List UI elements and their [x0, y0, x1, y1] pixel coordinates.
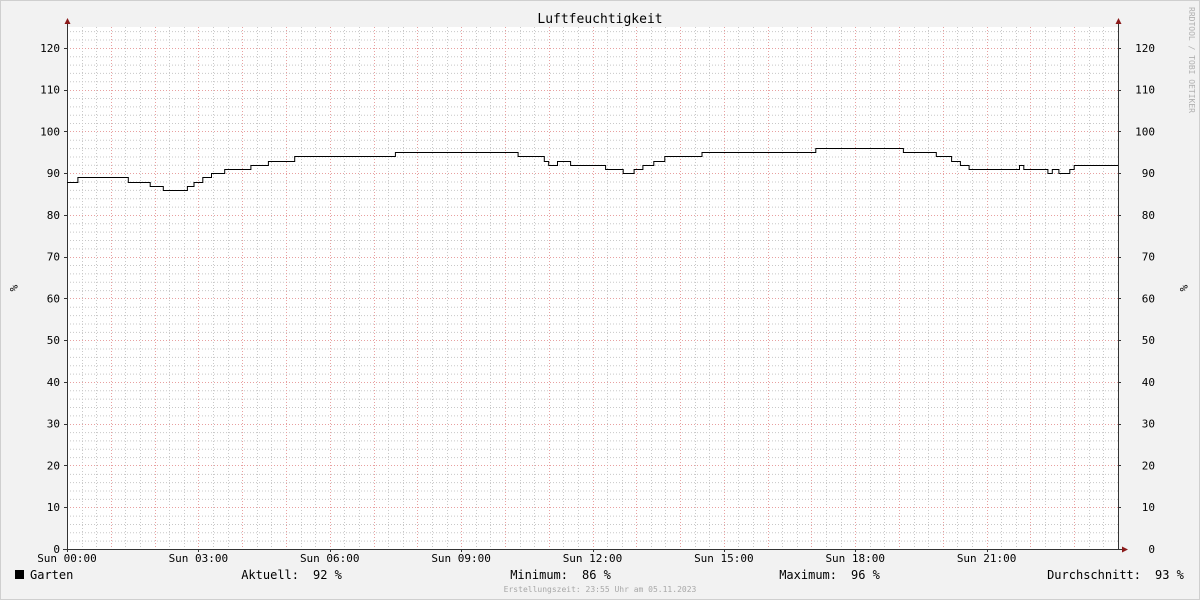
x-tick-label: Sun 21:00 — [957, 552, 1017, 565]
y-tick-label: 80 — [47, 209, 60, 222]
y-tick-label: 60 — [1142, 292, 1155, 305]
x-tick-label: Sun 12:00 — [563, 552, 623, 565]
x-tick-label: Sun 18:00 — [825, 552, 885, 565]
y-axis-label-left: % — [7, 285, 20, 292]
graph-frame: 0 10 20 30 40 50 60 70 80 90 100 110 120 0 10 20 30 40 50… — [0, 0, 1200, 600]
stat-minimum-label: Minimum: — [510, 568, 568, 582]
y-tick-label: 20 — [1142, 459, 1155, 472]
stat-maximum-value: 96 % — [851, 568, 881, 582]
y-tick-label: 50 — [47, 334, 60, 347]
y-tick-label: 100 — [40, 125, 60, 138]
y-tick-label: 40 — [1142, 376, 1155, 389]
y-tick-label: 110 — [40, 84, 60, 97]
humidity-graph: 0102030405060708090100110120 01020304050… — [0, 0, 1200, 600]
y-tick-label: 110 — [1135, 84, 1155, 97]
stat-current-label: Aktuell: — [241, 568, 299, 582]
x-tick-label: Sun 15:00 — [694, 552, 754, 565]
y-tick-label: 50 — [1142, 334, 1155, 347]
y-tick-label: 90 — [47, 167, 60, 180]
y-tick-label: 10 — [1142, 501, 1155, 514]
y-tick-label: 100 — [1135, 125, 1155, 138]
chart-title: Luftfeuchtigkeit — [537, 12, 662, 27]
x-tick-label: Sun 00:00 — [37, 552, 97, 565]
y-axis-label-right: % — [1177, 285, 1190, 292]
footer-timestamp: Erstellungszeit: 23:55 Uhr am 05.11.2023 — [504, 585, 697, 594]
y-tick-label: 120 — [1135, 42, 1155, 55]
y-tick-label: 60 — [47, 292, 60, 305]
x-tick-label: Sun 06:00 — [300, 552, 360, 565]
plot-canvas — [67, 27, 1118, 549]
y-tick-label: 120 — [40, 42, 60, 55]
y-tick-label: 70 — [47, 251, 60, 264]
y-tick-label: 40 — [47, 376, 60, 389]
stat-average-value: 93 % — [1155, 568, 1185, 582]
y-tick-label: 80 — [1142, 209, 1155, 222]
stat-average-label: Durchschnitt: — [1047, 568, 1141, 582]
y-tick-label: 30 — [1142, 418, 1155, 431]
legend-series-name: Garten — [30, 568, 73, 582]
y-tick-label: 0 — [1148, 543, 1155, 556]
y-tick-label: 90 — [1142, 167, 1155, 180]
y-tick-label: 20 — [47, 459, 60, 472]
stat-minimum-value: 86 % — [582, 568, 612, 582]
x-tick-label: Sun 09:00 — [431, 552, 491, 565]
stat-maximum-label: Maximum: — [779, 568, 837, 582]
y-tick-label: 70 — [1142, 251, 1155, 264]
rrdtool-watermark: RRDTOOL / TOBI OETIKER — [1187, 7, 1196, 113]
x-tick-label: Sun 03:00 — [169, 552, 229, 565]
stat-current-value: 92 % — [313, 568, 343, 582]
y-tick-label: 30 — [47, 418, 60, 431]
legend-swatch — [15, 570, 24, 579]
y-tick-label: 10 — [47, 501, 60, 514]
